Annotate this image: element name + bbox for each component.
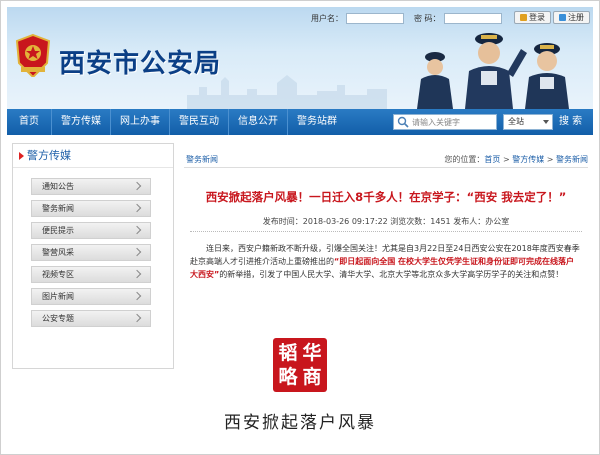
nav-item-station-group[interactable]: 警务站群	[288, 109, 346, 135]
search-placeholder: 请输入关键字	[412, 117, 460, 127]
search-icon	[397, 116, 409, 128]
chevron-right-icon	[132, 313, 142, 323]
chevron-right-icon	[132, 247, 142, 257]
taohua-lueshang-logo: 韬 华 略 商	[273, 338, 327, 392]
sidebar-item-police-style[interactable]: 警营风采	[31, 244, 151, 261]
nav-item-police-interaction[interactable]: 警民互动	[170, 109, 229, 135]
screenshot: 西安市公安局 用户名： 密 码： 登录 注册 首页 警方传媒 网上办事 警民互动…	[7, 7, 593, 369]
username-label: 用户名：	[311, 13, 343, 23]
search-input[interactable]: 请输入关键字	[393, 114, 497, 130]
site-header: 西安市公安局 用户名： 密 码： 登录 注册	[7, 7, 593, 109]
nav-item-online-services[interactable]: 网上办事	[111, 109, 170, 135]
breadcrumb-police-media[interactable]: 警方传媒	[512, 155, 544, 164]
nav-item-police-media[interactable]: 警方传媒	[52, 109, 111, 135]
triangle-bullet-icon	[19, 151, 24, 160]
section-title: 警务新闻	[186, 155, 218, 164]
sidebar-item-videos[interactable]: 视频专区	[31, 266, 151, 283]
sidebar-item-special-topics[interactable]: 公安专题	[31, 310, 151, 327]
sidebar-item-photo-news[interactable]: 图片新闻	[31, 288, 151, 305]
sidebar-item-police-news[interactable]: 警务新闻	[31, 200, 151, 217]
search-button[interactable]: 搜 索	[559, 109, 582, 135]
sidebar: 警方传媒 通知公告 警务新闻 便民提示 警营风采 视频专区 图片新闻 公安专题	[12, 143, 174, 369]
sidebar-item-notices[interactable]: 通知公告	[31, 178, 151, 195]
image-caption: 西安掀起落户风暴	[224, 413, 376, 433]
chevron-right-icon	[132, 291, 142, 301]
police-officers-image	[417, 33, 569, 109]
chevron-right-icon	[132, 181, 142, 191]
sidebar-menu: 通知公告 警务新闻 便民提示 警营风采 视频专区 图片新闻 公安专题	[13, 168, 173, 327]
breadcrumb: 您的位置：首页 > 警方传媒 > 警务新闻	[444, 155, 588, 164]
main-nav: 首页 警方传媒 网上办事 警民互动 信息公开 警务站群 请输入关键字 全站 搜 …	[7, 109, 593, 135]
chevron-right-icon	[132, 225, 142, 235]
breadcrumb-police-news[interactable]: 警务新闻	[556, 155, 588, 164]
article-meta: 发布时间：2018-03-26 09:17:22 浏览次数：1451 发布人：办…	[184, 216, 588, 232]
article-panel: 警务新闻 您的位置：首页 > 警方传媒 > 警务新闻 西安掀起落户风暴！一日迁入…	[184, 152, 588, 369]
search-scope-select[interactable]: 全站	[503, 114, 553, 130]
divider	[190, 231, 582, 232]
article-title: 西安掀起落户风暴！一日迁入8千多人！在京学子：“西安 我去定了！”	[205, 190, 567, 204]
sidebar-title: 警方传媒	[13, 144, 173, 168]
chevron-down-icon	[543, 120, 549, 124]
nav-item-home[interactable]: 首页	[7, 109, 52, 135]
sidebar-item-public-tips[interactable]: 便民提示	[31, 222, 151, 239]
article-section-bar: 警务新闻 您的位置：首页 > 警方传媒 > 警务新闻	[184, 152, 588, 168]
chevron-right-icon	[132, 269, 142, 279]
nav-item-info-disclosure[interactable]: 信息公开	[229, 109, 288, 135]
article-body: 连日来，西安户籍新政不断升级，引爆全国关注！尤其是自3月22日至24日西安公安在…	[190, 244, 580, 279]
site-name: 西安市公安局	[59, 49, 222, 79]
chevron-right-icon	[132, 203, 142, 213]
police-emblem-icon	[15, 33, 51, 77]
breadcrumb-home[interactable]: 首页	[484, 155, 500, 164]
